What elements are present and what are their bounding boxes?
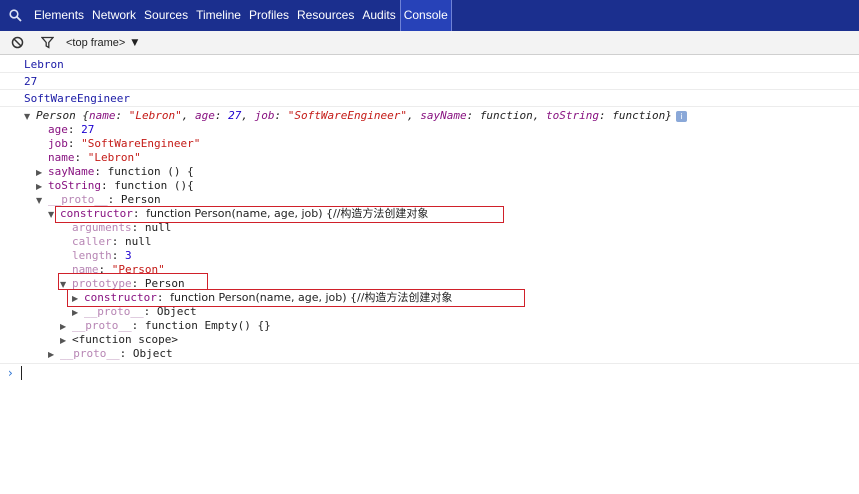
prop-value: null (144, 221, 172, 234)
tab-sources[interactable]: Sources (140, 0, 192, 31)
tree-prop-name: name: "Lebron" (48, 151, 141, 164)
prop-key: caller (72, 235, 112, 248)
prop-value: "SoftWareEngineer" (81, 137, 201, 150)
console-toolbar: <top frame> ▼ (0, 31, 859, 55)
tab-elements[interactable]: Elements (30, 0, 88, 31)
triangle-expanded-icon[interactable]: ▼ (48, 208, 60, 222)
summary-value: 27 (228, 109, 242, 122)
summary-value: "SoftWareEngineer" (287, 109, 407, 122)
summary-key: name (89, 109, 116, 122)
prop-value: 27 (81, 123, 95, 136)
tree-prop-constructor-nested[interactable]: ▶ constructor: function Person(name, age,… (0, 291, 859, 305)
triangle-expanded-icon[interactable]: ▼ (24, 110, 36, 124)
tree-prop-proto-object[interactable]: ▶ __proto__: Object (0, 305, 859, 319)
prop-value: 3 (125, 249, 132, 262)
info-icon[interactable]: i (675, 110, 687, 122)
prop-value: function Person(name, age, job) {//构造方法创… (170, 291, 453, 304)
triangle-expanded-icon[interactable]: ▼ (36, 194, 48, 208)
summary-key: age (194, 109, 215, 122)
summary-key: toString (546, 109, 600, 122)
console-message: 27 (0, 73, 859, 90)
prop-key: prototype (72, 277, 132, 290)
prop-value: Object (132, 347, 173, 360)
tab-profiles[interactable]: Profiles (245, 0, 293, 31)
tree-prop-cname: name: "Person" (72, 263, 165, 276)
tree-prop-sayname[interactable]: ▶ sayName: function () { (0, 165, 859, 179)
prop-key: constructor (60, 207, 133, 220)
tree-prop-function-scope[interactable]: ▶ <function scope> (0, 333, 859, 347)
prop-key: __proto__ (84, 305, 144, 318)
console-message: Lebron (0, 56, 859, 73)
summary-key: sayName (420, 109, 467, 122)
prop-key: job (48, 137, 68, 150)
triangle-collapsed-icon[interactable]: ▶ (36, 180, 48, 194)
prop-value: function Empty() {} (144, 319, 271, 332)
prop-key: age (48, 123, 68, 136)
text-cursor (20, 366, 22, 380)
object-class-name: Person (36, 109, 76, 122)
triangle-collapsed-icon[interactable]: ▶ (72, 292, 84, 306)
triangle-collapsed-icon[interactable]: ▶ (36, 166, 48, 180)
tree-prop-proto[interactable]: ▼ __proto__: Person (0, 193, 859, 207)
prop-key: sayName (48, 165, 95, 178)
tab-timeline[interactable]: Timeline (192, 0, 245, 31)
tab-audits[interactable]: Audits (358, 0, 399, 31)
tree-prop-caller: caller: null (72, 235, 152, 248)
tab-network[interactable]: Network (88, 0, 140, 31)
chevron-down-icon[interactable]: ▼ (131, 38, 138, 48)
tree-root-person[interactable]: ▼ Person {name: "Lebron", age: 27, job: "… (0, 109, 859, 123)
summary-value: "Lebron" (128, 109, 182, 122)
triangle-collapsed-icon[interactable]: ▶ (48, 348, 60, 362)
prop-value: null (125, 235, 152, 248)
triangle-collapsed-icon[interactable]: ▶ (60, 320, 72, 334)
prop-value: function Person(name, age, job) {//构造方法创… (146, 207, 429, 220)
summary-brace-close: } (665, 109, 672, 122)
prop-key: name (72, 263, 99, 276)
devtools-tab-bar: Elements Network Sources Timeline Profil… (0, 0, 859, 31)
prop-key: toString (48, 179, 101, 192)
console-output: Lebron 27 SoftWareEngineer ▼ Person {name… (0, 56, 859, 382)
no-entry-icon[interactable] (8, 34, 26, 52)
funnel-icon[interactable] (38, 34, 56, 52)
prop-key: __proto__ (48, 193, 108, 206)
triangle-expanded-icon[interactable]: ▼ (60, 278, 72, 292)
prop-value: "Lebron" (87, 151, 141, 164)
triangle-collapsed-icon[interactable]: ▶ (72, 306, 84, 320)
prop-key: length (72, 249, 112, 262)
prop-value: function () { (107, 165, 194, 178)
tree-prop-arguments: arguments: null (72, 221, 172, 234)
summary-value: function (479, 109, 533, 122)
prop-key: __proto__ (60, 347, 120, 360)
summary-brace-open: { (75, 109, 89, 122)
prop-value: "Person" (111, 263, 165, 276)
prop-key: <function scope> (72, 333, 178, 346)
tree-prop-tostring[interactable]: ▶ toString: function (){ (0, 179, 859, 193)
prop-key: name (48, 151, 75, 164)
prop-value: Object (156, 305, 197, 318)
object-tree: ▼ Person {name: "Lebron", age: 27, job: "… (0, 107, 859, 361)
triangle-collapsed-icon[interactable]: ▶ (60, 334, 72, 348)
prop-key: arguments (72, 221, 132, 234)
tree-prop-prototype[interactable]: ▼ prototype: Person (0, 277, 859, 291)
tree-prop-job: job: "SoftWareEngineer" (48, 137, 201, 150)
frame-selector[interactable]: <top frame> (66, 37, 125, 49)
tab-console[interactable]: Console (399, 0, 452, 31)
tree-prop-constructor[interactable]: ▼ constructor: function Person(name, age,… (0, 207, 859, 221)
prop-key: __proto__ (72, 319, 132, 332)
tree-prop-proto-root-object[interactable]: ▶ __proto__: Object (0, 347, 859, 361)
summary-key: job (254, 109, 275, 122)
tree-prop-age: age: 27 (48, 123, 95, 136)
tree-prop-length: length: 3 (72, 249, 132, 262)
prompt-chevron-icon: › (8, 366, 13, 380)
tree-prop-proto-empty[interactable]: ▶ __proto__: function Empty() {} (0, 319, 859, 333)
search-icon[interactable] (0, 0, 30, 31)
console-prompt[interactable]: › (0, 364, 859, 382)
console-message: SoftWareEngineer (0, 90, 859, 107)
prop-value: function (){ (114, 179, 194, 192)
tab-resources[interactable]: Resources (293, 0, 358, 31)
prop-key: constructor (84, 291, 157, 304)
summary-value: function (612, 109, 666, 122)
prop-value: Person (144, 277, 185, 290)
prop-value: Person (120, 193, 161, 206)
